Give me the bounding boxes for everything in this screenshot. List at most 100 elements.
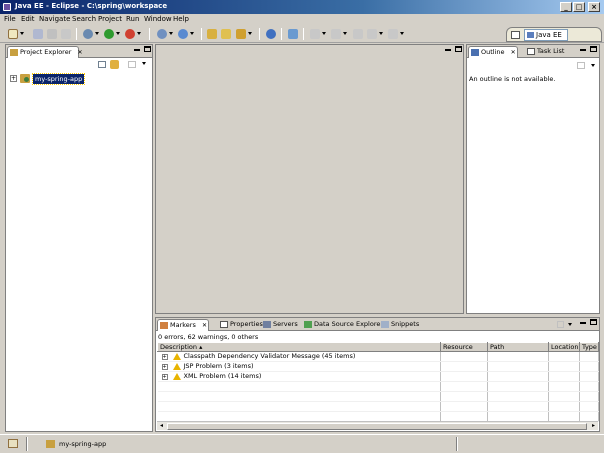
expand-icon[interactable]: + [161, 364, 168, 370]
menu-file[interactable]: File [4, 15, 16, 23]
scroll-left-icon[interactable]: ◂ [157, 422, 166, 430]
tab-markers[interactable]: Markers ✕ [157, 319, 209, 331]
title-bar: Java EE - Eclipse - C:\spring\workspace … [0, 0, 604, 14]
type-cell [579, 361, 599, 372]
forward-dropdown-icon[interactable] [400, 32, 404, 35]
column-resource[interactable]: Resource [440, 342, 488, 352]
scroll-thumb[interactable] [167, 423, 587, 430]
open-perspective-icon[interactable] [511, 31, 520, 39]
tree-item-label[interactable]: my-spring-app [31, 73, 86, 85]
tab-snippets[interactable]: Snippets [379, 319, 419, 331]
menu-navigate[interactable]: Navigate [39, 15, 70, 23]
eclipse-app-icon [3, 3, 11, 11]
location-cell [548, 371, 580, 382]
external-tools-icon[interactable] [125, 29, 135, 39]
save-icon[interactable] [33, 29, 43, 39]
minimize-view-icon[interactable] [580, 322, 586, 324]
tab-outline[interactable]: Outline ✕ [468, 46, 518, 58]
column-location[interactable]: Location [548, 342, 580, 352]
table-row[interactable]: + JSP Problem (3 items) [157, 361, 599, 372]
expand-icon[interactable]: + [10, 75, 17, 82]
external-tools-dropdown-icon[interactable] [137, 32, 141, 35]
perspective-java-ee[interactable]: Java EE [524, 29, 568, 41]
new-dropdown-icon[interactable] [20, 32, 24, 35]
link-with-editor-icon[interactable] [110, 60, 119, 69]
forward-icon[interactable] [388, 29, 398, 39]
menu-search[interactable]: Search [72, 15, 96, 23]
menu-project[interactable]: Project [98, 15, 122, 23]
expand-icon[interactable]: + [161, 374, 168, 380]
tab-servers[interactable]: Servers [261, 319, 301, 331]
menu-help[interactable]: Help [173, 15, 189, 23]
table-header-row: Description ▴ Resource Path Location Typ… [157, 342, 599, 352]
tab-label: Markers [170, 321, 196, 329]
maximize-button[interactable]: □ [573, 2, 585, 12]
project-explorer-icon [10, 49, 18, 56]
open-resource-icon[interactable] [221, 29, 231, 39]
collapse-all-icon[interactable] [98, 61, 106, 68]
tab-task-list[interactable]: Task List [525, 46, 565, 58]
data-source-explorer-icon [304, 321, 312, 328]
tab-properties[interactable]: Properties [218, 319, 263, 331]
tab-project-explorer[interactable]: Project Explorer ✕ [7, 46, 82, 58]
new-server-icon[interactable] [157, 29, 167, 39]
filter-icon[interactable] [128, 61, 136, 68]
fast-view-icon[interactable] [8, 439, 18, 448]
back-dropdown-icon[interactable] [379, 32, 383, 35]
minimize-editor-icon[interactable] [445, 49, 451, 51]
next-annotation-dropdown-icon[interactable] [322, 32, 326, 35]
back-icon[interactable] [367, 29, 377, 39]
filter-icon[interactable] [557, 321, 564, 328]
close-button[interactable]: × [588, 2, 600, 12]
pin-editor-icon[interactable] [288, 29, 298, 39]
new-icon[interactable] [8, 29, 18, 39]
description-text: JSP Problem (3 items) [183, 362, 254, 370]
run-icon[interactable] [104, 29, 114, 39]
menu-window[interactable]: Window [144, 15, 172, 23]
maximize-editor-icon[interactable] [455, 46, 462, 52]
last-edit-icon[interactable] [353, 29, 363, 39]
minimize-view-icon[interactable] [580, 49, 586, 51]
print-icon[interactable] [61, 29, 71, 39]
close-tab-icon[interactable]: ✕ [77, 49, 82, 56]
new-web-icon[interactable] [178, 29, 188, 39]
save-all-icon[interactable] [47, 29, 57, 39]
debug-icon[interactable] [83, 29, 93, 39]
browser-icon[interactable] [266, 29, 276, 39]
outline-toolbar-icon[interactable] [577, 62, 585, 69]
menu-run[interactable]: Run [126, 15, 139, 23]
scroll-right-icon[interactable]: ▸ [589, 422, 598, 430]
minimize-view-icon[interactable] [134, 49, 140, 51]
location-cell [548, 361, 580, 372]
maximize-view-icon[interactable] [590, 46, 597, 52]
open-type-icon[interactable] [207, 29, 217, 39]
horizontal-scrollbar[interactable]: ◂ ▸ [157, 421, 598, 430]
search-dropdown-icon[interactable] [248, 32, 252, 35]
run-dropdown-icon[interactable] [116, 32, 120, 35]
table-row[interactable]: + XML Problem (14 items) [157, 371, 599, 382]
close-tab-icon[interactable]: ✕ [511, 49, 516, 56]
column-type[interactable]: Type [579, 342, 599, 352]
close-tab-icon[interactable]: ✕ [202, 322, 207, 329]
new-web-dropdown-icon[interactable] [190, 32, 194, 35]
new-server-dropdown-icon[interactable] [169, 32, 173, 35]
debug-dropdown-icon[interactable] [95, 32, 99, 35]
view-menu-icon[interactable] [568, 323, 572, 326]
next-annotation-icon[interactable] [310, 29, 320, 39]
maximize-view-icon[interactable] [144, 46, 151, 52]
menu-edit[interactable]: Edit [21, 15, 35, 23]
view-menu-icon[interactable] [591, 64, 595, 67]
minimize-button[interactable]: _ [560, 2, 572, 12]
column-description[interactable]: Description ▴ [157, 342, 441, 352]
servers-icon [263, 321, 271, 328]
previous-annotation-icon[interactable] [331, 29, 341, 39]
maximize-view-icon[interactable] [590, 319, 597, 325]
search-icon[interactable] [236, 29, 246, 39]
table-row[interactable]: + Classpath Dependency Validator Message … [157, 351, 599, 362]
column-path[interactable]: Path [487, 342, 549, 352]
tab-data-source-explorer[interactable]: Data Source Explorer [302, 319, 383, 331]
editor-area[interactable] [155, 44, 464, 314]
previous-annotation-dropdown-icon[interactable] [343, 32, 347, 35]
view-menu-icon[interactable] [142, 62, 146, 65]
expand-icon[interactable]: + [161, 354, 168, 360]
